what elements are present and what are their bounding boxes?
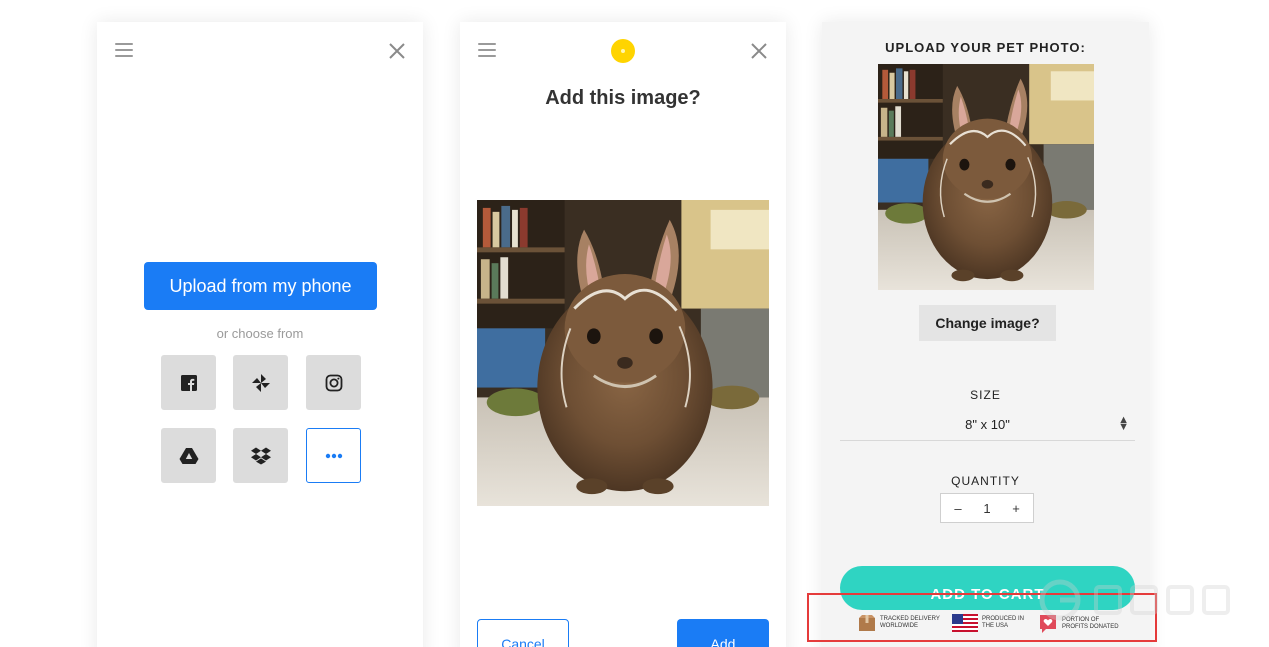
size-value: 8" x 10" xyxy=(965,417,1010,432)
rabbit-photo-image xyxy=(878,64,1094,290)
more-sources-button[interactable] xyxy=(306,428,361,483)
instagram-source-button[interactable] xyxy=(306,355,361,410)
dialog-title: Add this image? xyxy=(545,87,701,109)
logo-icon xyxy=(611,39,635,63)
google-drive-icon xyxy=(179,447,198,464)
pinwheel-source-button[interactable] xyxy=(233,355,288,410)
change-image-button[interactable]: Change image? xyxy=(919,305,1056,341)
rabbit-photo-image xyxy=(477,200,769,506)
pinwheel-icon xyxy=(251,373,270,392)
size-label: SIZE xyxy=(970,388,1001,402)
close-icon[interactable] xyxy=(388,42,406,60)
confirm-image-screen: Add this image? Cancel Add xyxy=(460,22,786,647)
choose-from-text: or choose from xyxy=(216,326,304,341)
menu-icon[interactable] xyxy=(478,43,496,57)
updown-chevron-icon: ▲ ▼ xyxy=(1118,414,1129,433)
upload-source-screen: Upload from my phone or choose from xyxy=(97,22,423,647)
instagram-icon xyxy=(325,374,342,391)
dropbox-icon xyxy=(250,447,271,464)
quantity-stepper: – 1 + xyxy=(940,493,1034,523)
upload-pet-photo-heading: UPLOAD YOUR PET PHOTO: xyxy=(885,40,1086,55)
facebook-icon xyxy=(180,374,197,391)
quantity-value[interactable]: 1 xyxy=(983,501,990,516)
close-icon[interactable] xyxy=(750,42,768,60)
quantity-increase-button[interactable]: + xyxy=(1009,501,1023,516)
product-page-screen: UPLOAD YOUR PET PHOTO: Change image? SIZ… xyxy=(822,22,1149,647)
uploaded-pet-photo xyxy=(878,64,1094,290)
menu-icon[interactable] xyxy=(115,43,133,57)
quantity-decrease-button[interactable]: – xyxy=(951,501,965,516)
rabbit-photo-preview xyxy=(477,200,769,506)
watermark-logo-icon xyxy=(1039,579,1230,621)
facebook-source-button[interactable] xyxy=(161,355,216,410)
google-drive-source-button[interactable] xyxy=(161,428,216,483)
add-button[interactable]: Add xyxy=(677,619,769,647)
upload-from-phone-button[interactable]: Upload from my phone xyxy=(144,262,377,310)
size-select[interactable]: 8" x 10" ▲ ▼ xyxy=(840,411,1135,441)
cancel-button[interactable]: Cancel xyxy=(477,619,569,647)
more-icon xyxy=(325,453,342,458)
dropbox-source-button[interactable] xyxy=(233,428,288,483)
quantity-label: QUANTITY xyxy=(951,474,1020,488)
